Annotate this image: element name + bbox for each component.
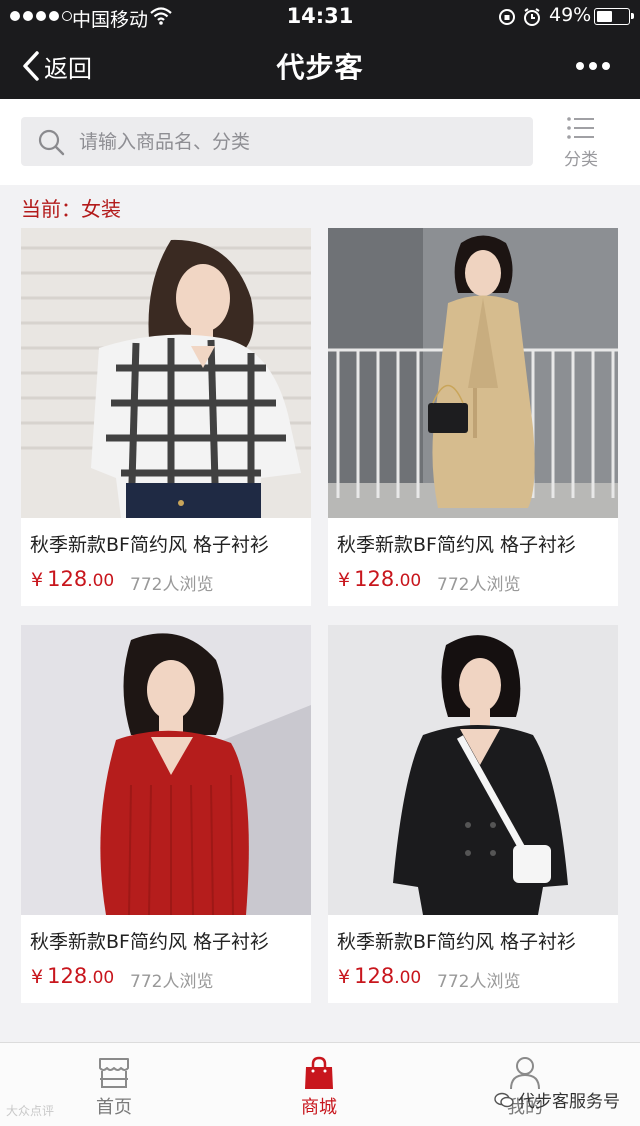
page-title: 代步客 <box>276 51 364 84</box>
rotation-lock-alarm-icon <box>499 8 540 26</box>
status-time: 14:31 <box>286 4 354 28</box>
status-bar: 中国移动 14:31 49% <box>0 0 640 34</box>
product-card[interactable]: 秋季新款BF简约风 格子衬衫 ¥128.00 772人浏览 <box>21 228 311 606</box>
product-price: ¥128.00 <box>338 964 422 988</box>
product-views: 772人浏览 <box>437 575 521 595</box>
tab-mall[interactable]: 商城 <box>264 1043 374 1126</box>
more-dots-icon <box>576 62 584 70</box>
category-button[interactable]: 分类 <box>552 115 610 173</box>
product-name: 秋季新款BF简约风 格子衬衫 <box>337 931 577 953</box>
product-image <box>328 625 618 915</box>
product-card[interactable]: 秋季新款BF简约风 格子衬衫 ¥128.00 772人浏览 <box>328 228 618 606</box>
watermark-left: 大众点评 <box>6 1104 55 1118</box>
user-icon <box>510 1057 540 1090</box>
shopping-bag-icon <box>305 1056 333 1089</box>
battery-icon <box>594 8 634 25</box>
bottom-tab-bar: 首页 商城 我的 <box>0 1042 640 1126</box>
product-image <box>21 625 311 915</box>
list-icon <box>567 117 594 139</box>
tab-mine[interactable]: 我的 <box>470 1043 580 1126</box>
tab-mall-label: 商城 <box>301 1097 337 1118</box>
watermark-right-label: 代步客服务号 <box>518 1092 620 1112</box>
product-name: 秋季新款BF简约风 格子衬衫 <box>337 534 577 556</box>
search-box[interactable] <box>21 117 533 166</box>
category-label: 分类 <box>564 150 598 170</box>
product-price: ¥128.00 <box>31 567 115 591</box>
product-name: 秋季新款BF简约风 格子衬衫 <box>30 534 270 556</box>
watermark-right: 代步客服务号 <box>494 1087 620 1112</box>
product-image <box>21 228 311 518</box>
store-icon <box>99 1058 129 1088</box>
current-category: 当前：女装 <box>21 197 121 221</box>
battery-percent: 49% <box>549 4 592 26</box>
product-views: 772人浏览 <box>437 972 521 992</box>
product-image <box>328 228 618 518</box>
product-card[interactable]: 秋季新款BF简约风 格子衬衫 ¥128.00 772人浏览 <box>328 625 618 1003</box>
tab-home[interactable]: 首页 <box>59 1043 169 1126</box>
product-price: ¥128.00 <box>31 964 115 988</box>
product-views: 772人浏览 <box>130 575 214 595</box>
wechat-icon <box>494 1092 514 1107</box>
tab-home-label: 首页 <box>96 1097 132 1118</box>
search-icon <box>38 129 65 156</box>
product-card[interactable]: 秋季新款BF简约风 格子衬衫 ¥128.00 772人浏览 <box>21 625 311 1003</box>
product-name: 秋季新款BF简约风 格子衬衫 <box>30 931 270 953</box>
product-views: 772人浏览 <box>130 972 214 992</box>
product-price: ¥128.00 <box>338 567 422 591</box>
more-menu-button[interactable] <box>576 58 616 74</box>
top-bar: 中国移动 14:31 49% 返回 代步客 <box>0 0 640 99</box>
search-area: 分类 <box>0 99 640 185</box>
search-input[interactable] <box>79 117 519 166</box>
